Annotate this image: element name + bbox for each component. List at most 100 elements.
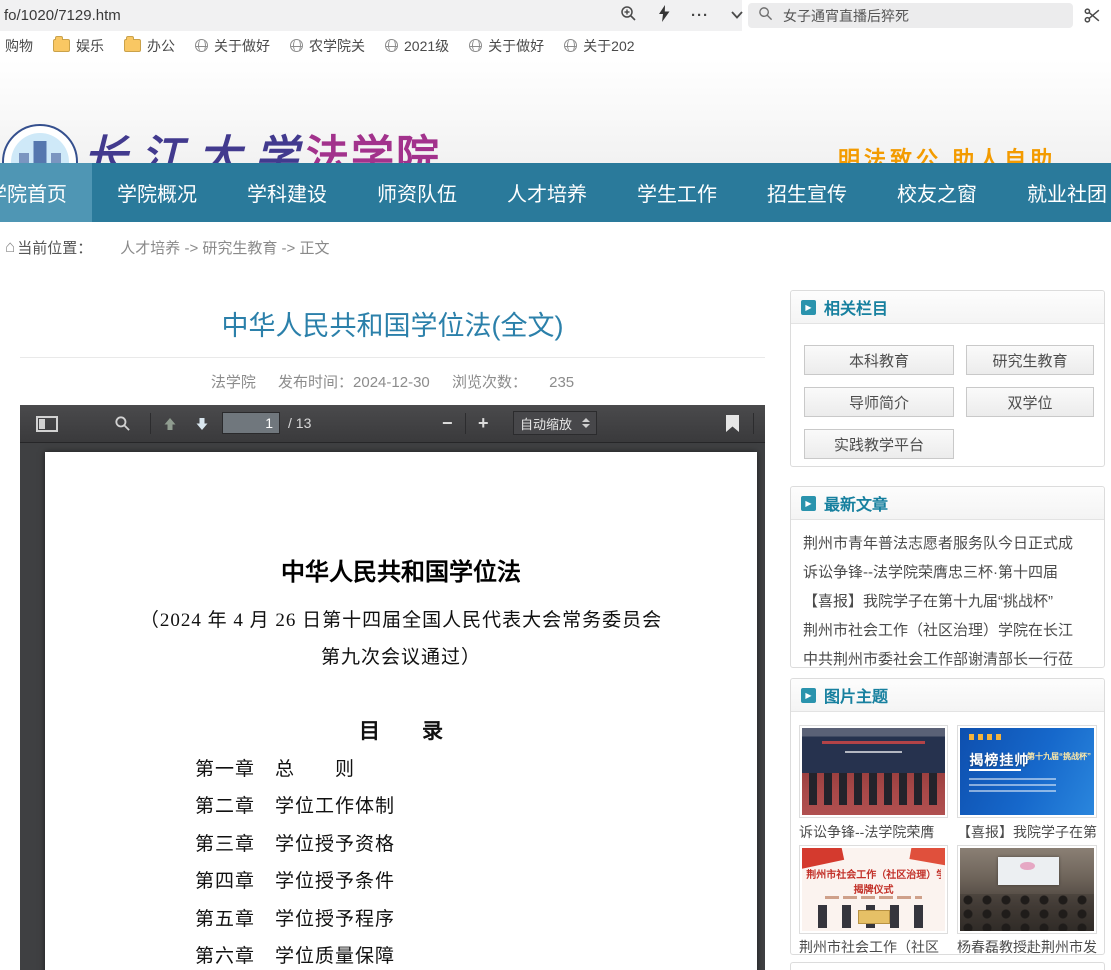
pdf-viewer: / 13 − + 自动缩放 中华人民共和国学位法 （2024 年 4 月 26 … bbox=[20, 405, 765, 970]
zoom-mode-value: 自动缩放 bbox=[520, 414, 572, 433]
bookmark-label: 关于做好 bbox=[488, 36, 544, 56]
article-link[interactable]: 荆州市社会工作（社区治理）学院在长江 bbox=[803, 616, 1092, 645]
bookmark-label: 农学院关 bbox=[309, 36, 365, 56]
nav-item-admissions[interactable]: 招生宣传 bbox=[742, 163, 872, 222]
related-btn-graduate[interactable]: 研究生教育 bbox=[966, 345, 1094, 375]
latest-articles-list: 荆州市青年普法志愿者服务队今日正式成 诉讼争锋--法学院荣膺忠三杯·第十四届 【… bbox=[791, 520, 1104, 674]
nav-item-faculty[interactable]: 师资队伍 bbox=[352, 163, 482, 222]
bookmark-label: 关于做好 bbox=[214, 36, 270, 56]
bookmark-item[interactable]: 娱乐 bbox=[53, 36, 104, 56]
article-link[interactable]: 荆州市青年普法志愿者服务队今日正式成 bbox=[803, 529, 1092, 558]
article-views-label: 浏览次数： bbox=[452, 374, 527, 391]
bookmark-label: 2021级 bbox=[404, 36, 449, 56]
nav-item-talent[interactable]: 人才培养 bbox=[482, 163, 612, 222]
play-icon: ▶ bbox=[801, 496, 816, 511]
related-columns-box: ▶ 相关栏目 本科教育 研究生教育 导师简介 双学位 实践教学平台 bbox=[790, 290, 1105, 467]
url-bar[interactable]: fo/1020/7129.htm ··· bbox=[0, 0, 742, 31]
bookmark-item[interactable]: 关于202 bbox=[564, 36, 634, 56]
bookmark-item[interactable]: 关于做好 bbox=[469, 36, 544, 56]
page-count: / 13 bbox=[288, 405, 311, 442]
doc-toc-title: 目 录 bbox=[45, 715, 757, 745]
gallery-caption[interactable]: 杨春磊教授赴荆州市发 bbox=[957, 937, 1099, 957]
article-link[interactable]: 中共荆州市委社会工作部谢清部长一行莅 bbox=[803, 645, 1092, 674]
article-views-count: 235 bbox=[549, 374, 574, 391]
gallery-caption[interactable]: 诉讼争锋--法学院荣膺 bbox=[799, 822, 949, 842]
bookmark-label: 办公 bbox=[147, 36, 175, 56]
stage-photo-image bbox=[802, 728, 945, 815]
home-icon: ⌂ bbox=[5, 237, 15, 257]
article-link[interactable]: 【喜报】我院学子在第十九届“挑战杯” bbox=[803, 587, 1092, 616]
browser-chrome: fo/1020/7129.htm ··· bbox=[0, 0, 1111, 31]
pdf-page: 中华人民共和国学位法 （2024 年 4 月 26 日第十四届全国人民代表大会常… bbox=[45, 452, 757, 970]
image-topics-box: ▶ 图片主题 揭榜挂帅 第十九届“挑战杯” 诉讼争锋--法学院荣膺 【喜报】我院… bbox=[790, 678, 1105, 955]
zoom-out-icon[interactable]: − bbox=[442, 405, 453, 442]
toc-line: 第六章 学位质量保障 bbox=[195, 938, 395, 970]
doc-toc: 第一章 总 则 第二章 学位工作体制 第三章 学位授予资格 第四章 学位授予条件… bbox=[195, 751, 395, 970]
globe-icon bbox=[385, 39, 398, 52]
divider bbox=[20, 357, 765, 358]
related-columns-header: ▶ 相关栏目 bbox=[791, 291, 1104, 324]
globe-icon bbox=[290, 39, 303, 52]
globe-icon bbox=[564, 39, 577, 52]
bookmark-item[interactable]: 2021级 bbox=[385, 36, 449, 56]
banner-title: 揭榜挂帅 bbox=[969, 750, 1029, 770]
main-nav: 学院首页 学院概况 学科建设 师资队伍 人才培养 学生工作 招生宣传 校友之窗 … bbox=[0, 163, 1111, 222]
related-btn-undergrad[interactable]: 本科教育 bbox=[804, 345, 954, 375]
doc-subtitle-line2: 第九次会议通过） bbox=[45, 642, 757, 669]
toc-line: 第三章 学位授予资格 bbox=[195, 826, 395, 863]
browser-search[interactable] bbox=[748, 3, 1073, 28]
article-link[interactable]: 诉讼争锋--法学院荣膺忠三杯·第十四届 bbox=[803, 558, 1092, 587]
related-btn-practice[interactable]: 实践教学平台 bbox=[804, 429, 954, 459]
page: fo/1020/7129.htm ··· bbox=[0, 0, 1111, 970]
breadcrumb-label: 当前位置： bbox=[17, 237, 92, 258]
scissors-icon[interactable] bbox=[1084, 7, 1101, 29]
bookmark-item[interactable]: 关于做好 bbox=[195, 36, 270, 56]
image-topics-title: 图片主题 bbox=[824, 683, 888, 707]
nav-item-overview[interactable]: 学院概况 bbox=[92, 163, 222, 222]
related-btn-mentors[interactable]: 导师简介 bbox=[804, 387, 954, 417]
related-btn-double-degree[interactable]: 双学位 bbox=[966, 387, 1094, 417]
toc-line: 第四章 学位授予条件 bbox=[195, 863, 395, 900]
chevron-down-icon[interactable] bbox=[730, 7, 744, 25]
article-head: 中华人民共和国学位法(全文) 法学院 发布时间：2024-12-30 浏览次数：… bbox=[20, 272, 765, 392]
banner-title: 荆州市社会工作（社区治理）学院 bbox=[806, 866, 940, 881]
gallery-caption[interactable]: 荆州市社会工作（社区 bbox=[799, 937, 949, 957]
nav-item-alumni[interactable]: 校友之窗 bbox=[872, 163, 1002, 222]
pdf-search-icon[interactable] bbox=[114, 405, 131, 442]
toc-line: 第五章 学位授予程序 bbox=[195, 901, 395, 938]
nav-item-students[interactable]: 学生工作 bbox=[612, 163, 742, 222]
page-down-icon[interactable] bbox=[194, 405, 210, 442]
select-spinner-icon bbox=[582, 418, 590, 428]
related-columns-title: 相关栏目 bbox=[824, 295, 888, 319]
gallery-thumbnail-lecture-hall[interactable] bbox=[957, 845, 1097, 934]
breadcrumb-path[interactable]: 人才培养 -> 研究生教育 -> 正文 bbox=[120, 237, 329, 258]
bookmark-item[interactable]: 办公 bbox=[124, 36, 175, 56]
bookmark-item[interactable]: 农学院关 bbox=[290, 36, 365, 56]
lightning-icon[interactable] bbox=[658, 5, 670, 27]
globe-icon bbox=[469, 39, 482, 52]
zoom-in-icon[interactable] bbox=[620, 5, 637, 27]
bookmark-item[interactable]: 购物 bbox=[5, 36, 33, 56]
page-number-input[interactable] bbox=[222, 412, 280, 434]
zoom-in-pdf-icon[interactable]: + bbox=[478, 405, 489, 442]
sidebar-toggle-icon[interactable] bbox=[36, 405, 58, 442]
gallery-caption[interactable]: 【喜报】我院学子在第 bbox=[957, 822, 1099, 842]
article-source: 法学院 bbox=[211, 374, 256, 391]
nav-item-discipline[interactable]: 学科建设 bbox=[222, 163, 352, 222]
nav-item-home[interactable]: 学院首页 bbox=[0, 163, 92, 222]
page-up-icon[interactable] bbox=[162, 405, 178, 442]
banner-subtitle: 揭牌仪式 bbox=[802, 881, 945, 896]
gallery-thumbnail-blue-banner[interactable]: 揭榜挂帅 第十九届“挑战杯” bbox=[957, 725, 1097, 818]
banner-subtitle: 第十九届“挑战杯” bbox=[1027, 751, 1091, 762]
zoom-mode-select[interactable]: 自动缩放 bbox=[513, 411, 597, 435]
play-icon: ▶ bbox=[801, 688, 816, 703]
more-icon[interactable]: ··· bbox=[691, 7, 709, 24]
gallery-thumbnail-stage-photo[interactable] bbox=[799, 725, 948, 818]
search-input[interactable] bbox=[781, 7, 1063, 25]
breadcrumb: ⌂ 当前位置： 人才培养 -> 研究生教育 -> 正文 bbox=[0, 222, 1111, 272]
play-icon: ▶ bbox=[801, 300, 816, 315]
gallery-thumbnail-red-banner[interactable]: 荆州市社会工作（社区治理）学院 揭牌仪式 bbox=[799, 845, 948, 934]
nav-item-employment[interactable]: 就业社团 bbox=[1002, 163, 1111, 222]
bookmark-icon[interactable] bbox=[726, 405, 739, 442]
doc-title: 中华人民共和国学位法 bbox=[45, 552, 757, 587]
